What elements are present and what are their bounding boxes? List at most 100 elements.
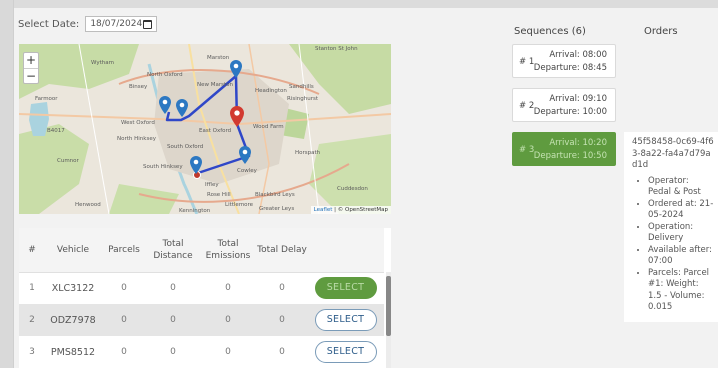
order-id: 45f58458-0c69-4f63-8a22-fa4a7d79ad1d: [632, 137, 714, 170]
total-delay: 0: [279, 347, 285, 357]
map-label: South Hinksey: [143, 164, 183, 170]
map-label: B4017: [47, 128, 65, 134]
date-input[interactable]: 18/07/2024: [85, 16, 158, 32]
map-label: Stanton St John: [315, 46, 358, 52]
map-label: Greater Leys: [259, 206, 295, 212]
map-label: Horspath: [295, 150, 321, 156]
column-header: Vehicle: [45, 228, 101, 273]
parcels-count: 0: [121, 347, 127, 357]
table-header: # Vehicle Parcels Total Distance Total E…: [19, 228, 384, 273]
vehicle-table: # Vehicle Parcels Total Distance Total E…: [19, 228, 391, 368]
map-marker-icon[interactable]: [159, 96, 171, 114]
map-marker-icon[interactable]: [239, 146, 251, 164]
total-emissions: 0: [225, 347, 231, 357]
select-vehicle-button[interactable]: SELECT: [314, 309, 377, 331]
column-header: #: [19, 228, 45, 273]
sequence-arrival: Arrival: 10:20: [549, 138, 607, 148]
route-map[interactable]: Wytham Marston Stanton St John North Oxf…: [19, 44, 391, 214]
sequence-card[interactable]: # 1 Arrival: 08:00 Departure: 08:45: [512, 44, 616, 78]
current-marker-icon[interactable]: [230, 106, 244, 127]
total-delay: 0: [279, 283, 285, 294]
row-index: 3: [29, 347, 35, 357]
map-label: East Oxford: [199, 128, 232, 134]
map-label: Sandhills: [289, 84, 314, 90]
row-index: 1: [29, 283, 35, 294]
parcels-count: 0: [121, 283, 127, 294]
top-edge: [14, 0, 718, 8]
select-vehicle-button[interactable]: SELECT: [314, 277, 377, 300]
map-marker-icon[interactable]: [230, 60, 242, 78]
vehicle-id: XLC3122: [51, 282, 95, 294]
map-labels: Wytham Marston Stanton St John North Oxf…: [19, 44, 391, 214]
map-label: Risinghurst: [287, 96, 318, 102]
map-label: Iffley: [205, 182, 219, 188]
map-label: Cuddesdon: [337, 186, 368, 192]
zoom-in-button[interactable]: +: [24, 53, 38, 68]
table-row: 2 ODZ7978 0 0 0 0 SELECT: [19, 304, 384, 336]
order-parcels: Parcels: Parcel #1: Weight: 1.5 - Volume…: [648, 268, 714, 314]
sequence-departure: Departure: 10:50: [533, 151, 607, 161]
leaflet-link[interactable]: Leaflet: [314, 207, 333, 213]
order-details: 45f58458-0c69-4f63-8a22-fa4a7d79ad1d Ope…: [624, 132, 718, 322]
left-edge: [0, 0, 14, 368]
date-value: 18/07/2024: [90, 19, 143, 29]
select-vehicle-button[interactable]: SELECT: [314, 341, 377, 363]
map-label: New Marston: [197, 82, 233, 88]
map-label: Cumnor: [57, 158, 79, 164]
zoom-control: + −: [23, 52, 39, 84]
map-label: Littlemore: [225, 202, 254, 208]
map-label: Farmoor: [35, 96, 58, 102]
map-label: Headington: [255, 88, 287, 94]
osm-attribution[interactable]: | © OpenStreetMap: [334, 207, 388, 213]
zoom-out-button[interactable]: −: [24, 68, 38, 83]
date-label: Select Date:: [18, 18, 80, 30]
sequence-departure: Departure: 08:45: [533, 63, 607, 73]
table-scrollbar-thumb[interactable]: [386, 276, 391, 336]
map-label: Marston: [207, 55, 230, 61]
sequence-card[interactable]: # 2 Arrival: 09:10 Departure: 10:00: [512, 88, 616, 122]
map-attribution: Leaflet | © OpenStreetMap: [310, 206, 391, 214]
map-label: Wood Farm: [253, 124, 284, 130]
sequence-departure: Departure: 10:00: [533, 107, 607, 117]
map-label: West Oxford: [121, 120, 155, 126]
map-label: North Hinksey: [117, 136, 156, 142]
column-header: Total Emissions: [199, 228, 257, 273]
total-delay: 0: [257, 304, 307, 336]
order-detail-list: Operator: Pedal & Post Ordered at: 21-05…: [632, 176, 714, 314]
map-label: North Oxford: [147, 72, 183, 78]
sequence-number: # 3: [519, 145, 535, 155]
map-marker-icon[interactable]: [190, 156, 202, 174]
sequence-number: # 1: [519, 57, 535, 67]
map-marker-icon[interactable]: [176, 99, 188, 117]
map-label: Cowley: [237, 168, 257, 174]
order-available-after: Available after: 07:00: [648, 245, 714, 268]
parcels-count: 0: [101, 304, 147, 336]
order-operation: Operation: Delivery: [648, 222, 714, 245]
orders-title: Orders: [644, 26, 678, 37]
map-label: Henwood: [75, 202, 101, 208]
map-label: South Oxford: [167, 144, 204, 150]
map-label: Blackbird Leys: [255, 192, 295, 198]
sequence-card-selected[interactable]: # 3 Arrival: 10:20 Departure: 10:50: [512, 132, 616, 166]
sequence-arrival: Arrival: 09:10: [549, 94, 607, 104]
total-distance: 0: [147, 304, 199, 336]
vehicle-id: PMS8512: [50, 346, 96, 358]
map-label: Rose Hill: [207, 192, 231, 198]
total-emissions: 0: [225, 283, 231, 294]
map-label: Wytham: [91, 60, 114, 66]
sequences-title: Sequences (6): [514, 26, 586, 37]
main-panel: Select Date: 18/07/2024 Wytham Marston S…: [14, 8, 718, 368]
calendar-icon[interactable]: [143, 19, 153, 29]
sequence-arrival: Arrival: 08:00: [549, 50, 607, 60]
order-ordered-at: Ordered at: 21-05-2024: [648, 199, 714, 222]
total-distance: 0: [170, 283, 176, 294]
map-label: Kennington: [179, 208, 211, 214]
row-index: 2: [19, 304, 45, 336]
column-header: [307, 228, 384, 273]
map-label: Binsey: [129, 84, 148, 90]
vehicle-id: ODZ7978: [45, 304, 101, 336]
order-operator: Operator: Pedal & Post: [648, 176, 714, 199]
table-row: 3 PMS8512 0 0 0 0 SELECT: [19, 336, 384, 368]
sequence-number: # 2: [519, 101, 535, 111]
column-header: Total Distance: [147, 228, 199, 273]
